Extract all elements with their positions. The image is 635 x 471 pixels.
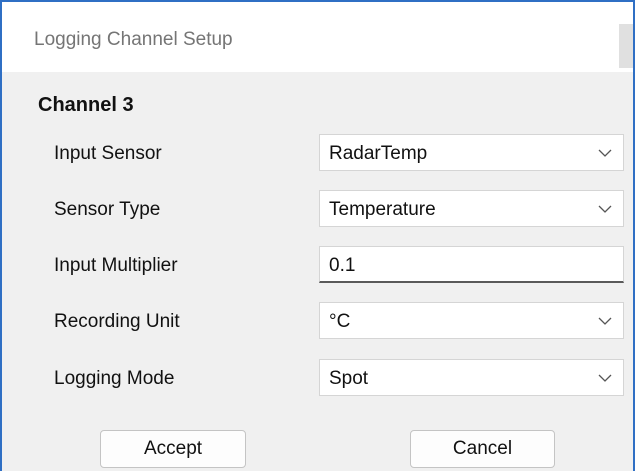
dialog-window: Logging Channel Setup Channel 3 Input Se… xyxy=(0,0,635,471)
input-multiplier-field[interactable]: 0.1 xyxy=(319,246,624,283)
input-sensor-value: RadarTemp xyxy=(329,143,428,164)
scrollbar[interactable] xyxy=(619,24,633,68)
input-multiplier-label: Input Multiplier xyxy=(54,255,178,276)
sensor-type-label: Sensor Type xyxy=(54,199,161,220)
chevron-down-icon xyxy=(598,317,612,325)
chevron-down-icon xyxy=(598,374,612,382)
channel-heading: Channel 3 xyxy=(38,94,134,116)
chevron-down-icon xyxy=(598,205,612,213)
recording-unit-value: °C xyxy=(329,311,351,332)
title-bar[interactable]: Logging Channel Setup xyxy=(2,2,633,72)
logging-mode-select[interactable]: Spot xyxy=(319,359,624,396)
logging-mode-value: Spot xyxy=(329,368,369,389)
input-sensor-label: Input Sensor xyxy=(54,143,162,164)
cancel-button[interactable]: Cancel xyxy=(410,430,555,468)
recording-unit-select[interactable]: °C xyxy=(319,302,624,339)
input-multiplier-value: 0.1 xyxy=(329,255,356,276)
logging-mode-label: Logging Mode xyxy=(54,368,175,389)
recording-unit-label: Recording Unit xyxy=(54,311,180,332)
window-title: Logging Channel Setup xyxy=(34,29,233,50)
sensor-type-select[interactable]: Temperature xyxy=(319,190,624,227)
sensor-type-value: Temperature xyxy=(329,199,436,220)
chevron-down-icon xyxy=(598,149,612,157)
input-sensor-select[interactable]: RadarTemp xyxy=(319,134,624,171)
accept-button[interactable]: Accept xyxy=(100,430,246,468)
